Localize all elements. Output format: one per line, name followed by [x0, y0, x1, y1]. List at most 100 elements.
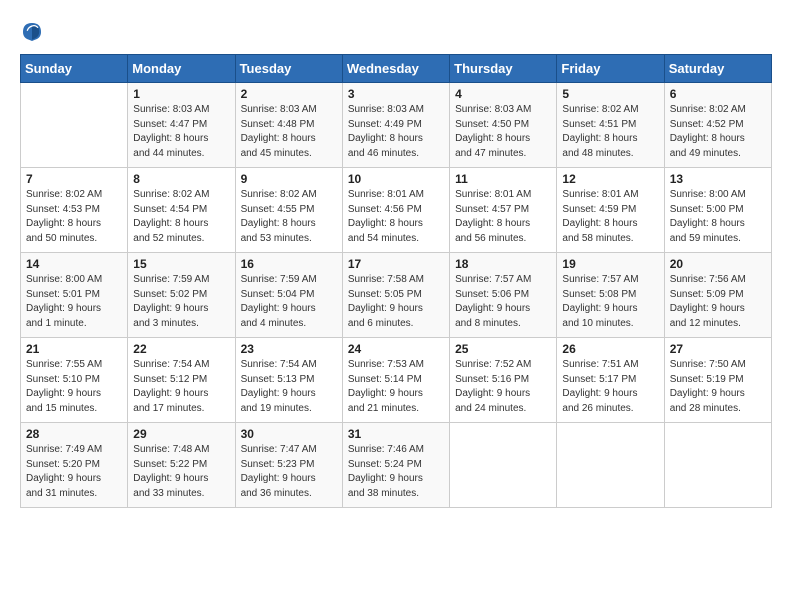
header-saturday: Saturday [664, 55, 771, 83]
day-info: Sunrise: 7:59 AMSunset: 5:02 PMDaylight:… [133, 273, 229, 331]
calendar-cell: 4 Sunrise: 8:03 AMSunset: 4:50 PMDaylight… [450, 83, 557, 168]
day-info: Sunrise: 7:57 AMSunset: 5:06 PMDaylight:… [455, 273, 551, 331]
header-sunday: Sunday [21, 55, 128, 83]
calendar-cell: 5 Sunrise: 8:02 AMSunset: 4:51 PMDaylight… [557, 83, 664, 168]
header-monday: Monday [128, 55, 235, 83]
day-number: 24 [348, 342, 444, 356]
day-number: 17 [348, 257, 444, 271]
day-number: 3 [348, 87, 444, 101]
week-row-1: 1 Sunrise: 8:03 AMSunset: 4:47 PMDaylight… [21, 83, 772, 168]
day-info: Sunrise: 8:02 AMSunset: 4:52 PMDaylight:… [670, 103, 766, 161]
day-info: Sunrise: 7:51 AMSunset: 5:17 PMDaylight:… [562, 358, 658, 416]
day-info: Sunrise: 7:46 AMSunset: 5:24 PMDaylight:… [348, 443, 444, 501]
day-info: Sunrise: 7:55 AMSunset: 5:10 PMDaylight:… [26, 358, 122, 416]
day-number: 1 [133, 87, 229, 101]
calendar-cell: 30 Sunrise: 7:47 AMSunset: 5:23 PMDayligh… [235, 423, 342, 508]
day-number: 12 [562, 172, 658, 186]
day-number: 18 [455, 257, 551, 271]
header-tuesday: Tuesday [235, 55, 342, 83]
day-number: 13 [670, 172, 766, 186]
calendar-table: SundayMondayTuesdayWednesdayThursdayFrid… [20, 54, 772, 508]
day-number: 2 [241, 87, 337, 101]
day-number: 21 [26, 342, 122, 356]
day-info: Sunrise: 8:02 AMSunset: 4:51 PMDaylight:… [562, 103, 658, 161]
page-header [20, 20, 772, 44]
day-number: 31 [348, 427, 444, 441]
day-info: Sunrise: 7:57 AMSunset: 5:08 PMDaylight:… [562, 273, 658, 331]
calendar-cell: 22 Sunrise: 7:54 AMSunset: 5:12 PMDayligh… [128, 338, 235, 423]
day-number: 9 [241, 172, 337, 186]
day-info: Sunrise: 8:03 AMSunset: 4:49 PMDaylight:… [348, 103, 444, 161]
calendar-cell: 12 Sunrise: 8:01 AMSunset: 4:59 PMDayligh… [557, 168, 664, 253]
calendar-cell: 9Sunrise: 8:02 AMSunset: 4:55 PMDaylight… [235, 168, 342, 253]
day-number: 14 [26, 257, 122, 271]
calendar-cell [557, 423, 664, 508]
calendar-cell: 19 Sunrise: 7:57 AMSunset: 5:08 PMDayligh… [557, 253, 664, 338]
day-number: 29 [133, 427, 229, 441]
day-number: 8 [133, 172, 229, 186]
calendar-cell: 8Sunrise: 8:02 AMSunset: 4:54 PMDaylight… [128, 168, 235, 253]
day-number: 7 [26, 172, 122, 186]
day-number: 6 [670, 87, 766, 101]
calendar-cell: 20Sunrise: 7:56 AMSunset: 5:09 PMDayligh… [664, 253, 771, 338]
day-number: 30 [241, 427, 337, 441]
day-number: 16 [241, 257, 337, 271]
calendar-cell: 31 Sunrise: 7:46 AMSunset: 5:24 PMDayligh… [342, 423, 449, 508]
day-info: Sunrise: 7:54 AMSunset: 5:13 PMDaylight:… [241, 358, 337, 416]
week-row-2: 7 Sunrise: 8:02 AMSunset: 4:53 PMDaylight… [21, 168, 772, 253]
calendar-cell [664, 423, 771, 508]
day-number: 22 [133, 342, 229, 356]
day-info: Sunrise: 8:02 AMSunset: 4:53 PMDaylight:… [26, 188, 122, 246]
day-info: Sunrise: 7:59 AMSunset: 5:04 PMDaylight:… [241, 273, 337, 331]
logo-icon [20, 20, 44, 44]
calendar-cell: 29 Sunrise: 7:48 AMSunset: 5:22 PMDayligh… [128, 423, 235, 508]
day-number: 11 [455, 172, 551, 186]
day-info: Sunrise: 7:58 AMSunset: 5:05 PMDaylight:… [348, 273, 444, 331]
day-info: Sunrise: 7:48 AMSunset: 5:22 PMDaylight:… [133, 443, 229, 501]
day-info: Sunrise: 7:52 AMSunset: 5:16 PMDaylight:… [455, 358, 551, 416]
calendar-cell: 16 Sunrise: 7:59 AMSunset: 5:04 PMDayligh… [235, 253, 342, 338]
calendar-cell: 24 Sunrise: 7:53 AMSunset: 5:14 PMDayligh… [342, 338, 449, 423]
day-number: 15 [133, 257, 229, 271]
calendar-cell: 6 Sunrise: 8:02 AMSunset: 4:52 PMDaylight… [664, 83, 771, 168]
calendar-cell: 25 Sunrise: 7:52 AMSunset: 5:16 PMDayligh… [450, 338, 557, 423]
day-info: Sunrise: 8:01 AMSunset: 4:57 PMDaylight:… [455, 188, 551, 246]
calendar-cell: 17 Sunrise: 7:58 AMSunset: 5:05 PMDayligh… [342, 253, 449, 338]
calendar-cell: 7 Sunrise: 8:02 AMSunset: 4:53 PMDaylight… [21, 168, 128, 253]
header-thursday: Thursday [450, 55, 557, 83]
day-number: 20 [670, 257, 766, 271]
calendar-cell: 2Sunrise: 8:03 AMSunset: 4:48 PMDaylight… [235, 83, 342, 168]
day-info: Sunrise: 7:50 AMSunset: 5:19 PMDaylight:… [670, 358, 766, 416]
day-info: Sunrise: 8:01 AMSunset: 4:59 PMDaylight:… [562, 188, 658, 246]
day-info: Sunrise: 8:00 AMSunset: 5:01 PMDaylight:… [26, 273, 122, 331]
calendar-cell: 26Sunrise: 7:51 AMSunset: 5:17 PMDayligh… [557, 338, 664, 423]
day-number: 4 [455, 87, 551, 101]
day-info: Sunrise: 7:49 AMSunset: 5:20 PMDaylight:… [26, 443, 122, 501]
calendar-cell: 21 Sunrise: 7:55 AMSunset: 5:10 PMDayligh… [21, 338, 128, 423]
week-row-3: 14 Sunrise: 8:00 AMSunset: 5:01 PMDayligh… [21, 253, 772, 338]
calendar-cell: 11 Sunrise: 8:01 AMSunset: 4:57 PMDayligh… [450, 168, 557, 253]
day-number: 23 [241, 342, 337, 356]
calendar-header-row: SundayMondayTuesdayWednesdayThursdayFrid… [21, 55, 772, 83]
logo [20, 20, 48, 44]
calendar-cell: 27 Sunrise: 7:50 AMSunset: 5:19 PMDayligh… [664, 338, 771, 423]
day-number: 25 [455, 342, 551, 356]
day-number: 27 [670, 342, 766, 356]
day-number: 19 [562, 257, 658, 271]
week-row-5: 28 Sunrise: 7:49 AMSunset: 5:20 PMDayligh… [21, 423, 772, 508]
day-info: Sunrise: 8:03 AMSunset: 4:47 PMDaylight:… [133, 103, 229, 161]
day-number: 28 [26, 427, 122, 441]
calendar-cell: 23 Sunrise: 7:54 AMSunset: 5:13 PMDayligh… [235, 338, 342, 423]
header-friday: Friday [557, 55, 664, 83]
calendar-cell: 3 Sunrise: 8:03 AMSunset: 4:49 PMDaylight… [342, 83, 449, 168]
day-info: Sunrise: 8:03 AMSunset: 4:50 PMDaylight:… [455, 103, 551, 161]
calendar-cell: 14 Sunrise: 8:00 AMSunset: 5:01 PMDayligh… [21, 253, 128, 338]
day-info: Sunrise: 7:54 AMSunset: 5:12 PMDaylight:… [133, 358, 229, 416]
day-info: Sunrise: 8:01 AMSunset: 4:56 PMDaylight:… [348, 188, 444, 246]
day-number: 5 [562, 87, 658, 101]
day-info: Sunrise: 7:53 AMSunset: 5:14 PMDaylight:… [348, 358, 444, 416]
calendar-cell: 18 Sunrise: 7:57 AMSunset: 5:06 PMDayligh… [450, 253, 557, 338]
header-wednesday: Wednesday [342, 55, 449, 83]
day-info: Sunrise: 7:47 AMSunset: 5:23 PMDaylight:… [241, 443, 337, 501]
calendar-cell: 1 Sunrise: 8:03 AMSunset: 4:47 PMDaylight… [128, 83, 235, 168]
